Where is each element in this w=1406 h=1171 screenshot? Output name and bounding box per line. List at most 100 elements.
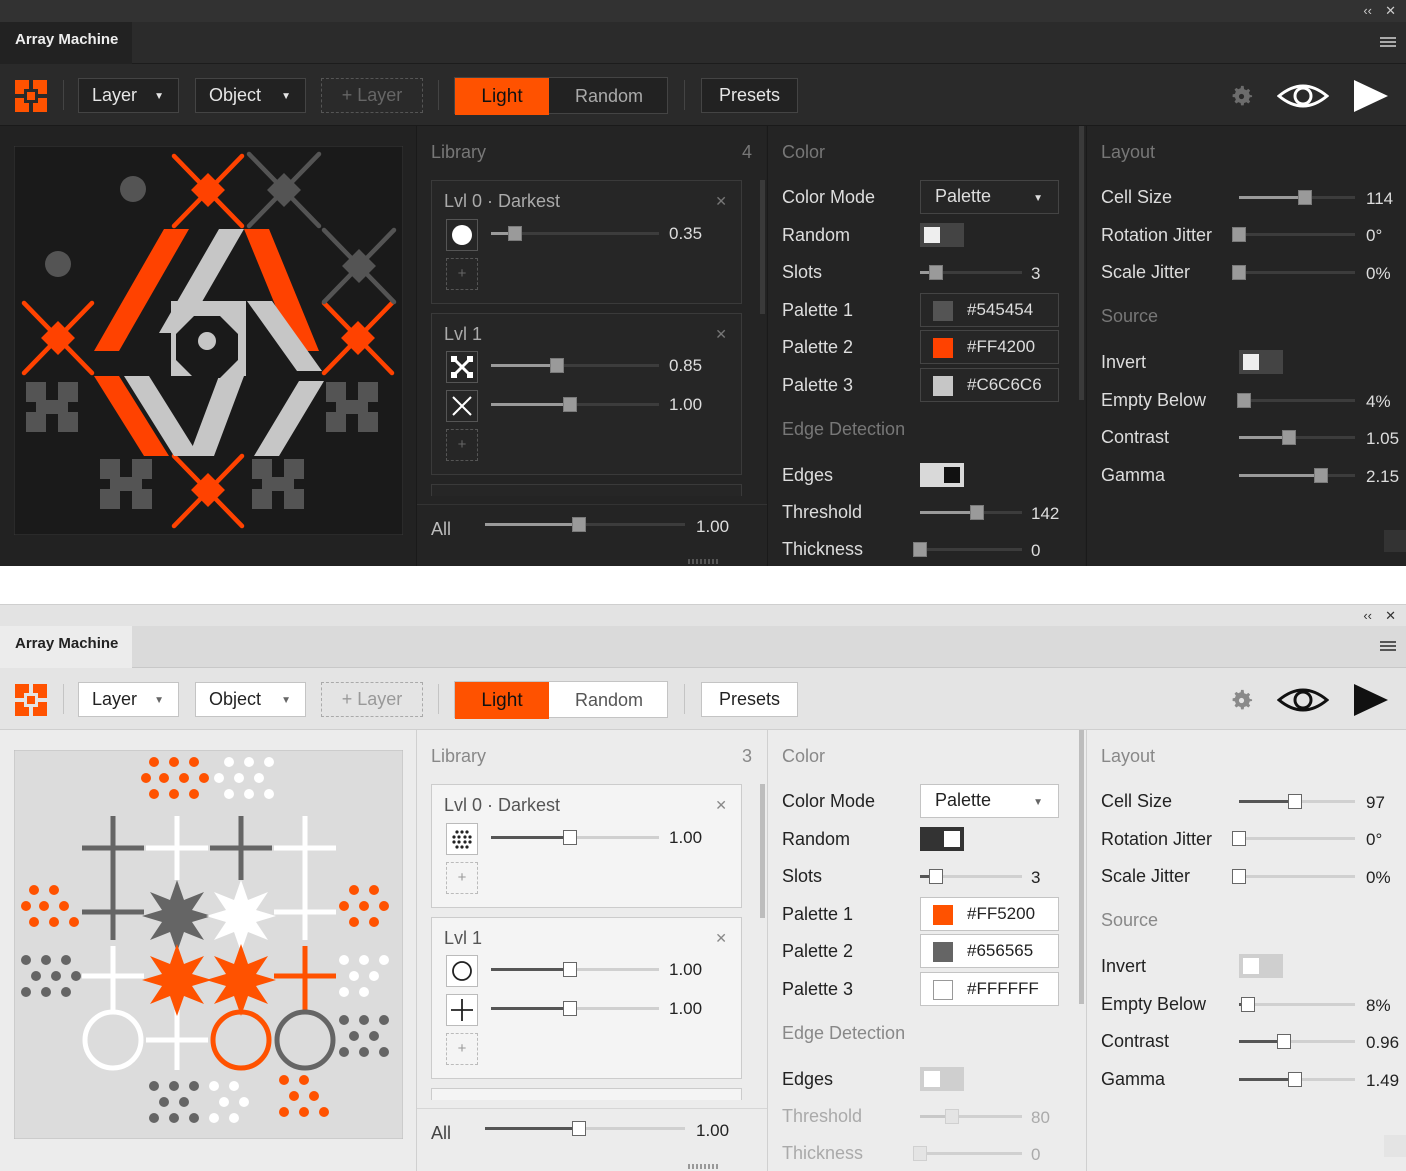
panel-menu-icon[interactable] — [1380, 641, 1396, 653]
collapse-button[interactable]: ‹‹ — [1363, 3, 1372, 19]
cell-size-slider[interactable] — [1239, 190, 1355, 206]
color-swatch — [933, 905, 953, 925]
library-scrollbar[interactable] — [760, 180, 765, 314]
contrast-value: 0.96 — [1366, 1033, 1400, 1052]
lvl1-item2-slider[interactable] — [491, 1001, 659, 1017]
presets-button[interactable]: Presets — [701, 78, 798, 113]
add-item-button[interactable]: + — [446, 258, 478, 290]
random-toggle[interactable] — [920, 827, 964, 851]
lvl1-item2-slider[interactable] — [491, 397, 659, 413]
thickness-slider[interactable] — [913, 542, 1022, 558]
all-weight-slider[interactable] — [485, 1121, 685, 1137]
color-mode-select[interactable]: Palette ▼ — [920, 180, 1059, 214]
scale-jitter-slider[interactable] — [1232, 265, 1355, 281]
scale-jitter-slider[interactable] — [1232, 869, 1355, 885]
contrast-slider[interactable] — [1239, 430, 1355, 446]
gear-icon[interactable] — [1228, 83, 1255, 110]
resize-grip[interactable] — [688, 1164, 718, 1169]
toolbar-separator — [63, 80, 64, 110]
layer-dropdown[interactable]: Layer ▼ — [78, 78, 179, 113]
tab-array-machine[interactable]: Array Machine — [0, 626, 132, 668]
invert-toggle[interactable] — [1239, 350, 1283, 374]
play-icon[interactable] — [1354, 684, 1388, 716]
thickness-slider[interactable] — [913, 1146, 1022, 1162]
lvl0-weight-slider[interactable] — [491, 226, 659, 242]
color-scrollbar[interactable] — [1079, 730, 1084, 1004]
add-item-button[interactable]: + — [446, 429, 478, 461]
mode-random-button[interactable]: Random — [549, 682, 669, 719]
tab-array-machine[interactable]: Array Machine — [0, 22, 132, 64]
remove-level-icon[interactable]: ✕ — [715, 193, 727, 210]
object-dropdown[interactable]: Object ▼ — [195, 682, 306, 717]
color-title: Color — [782, 746, 826, 766]
invert-toggle[interactable] — [1239, 954, 1283, 978]
remove-level-icon[interactable]: ✕ — [715, 797, 727, 814]
palette3-swatch[interactable]: #C6C6C6 — [920, 368, 1059, 402]
edges-toggle[interactable] — [920, 1067, 964, 1091]
add-item-button[interactable]: + — [446, 1033, 478, 1065]
color-scrollbar[interactable] — [1079, 126, 1084, 400]
object-dropdown-label: Object — [209, 85, 262, 105]
mode-random-button[interactable]: Random — [549, 78, 669, 115]
remove-level-icon[interactable]: ✕ — [715, 930, 727, 947]
close-button[interactable]: ✕ — [1385, 608, 1396, 624]
empty-below-slider[interactable] — [1236, 393, 1355, 409]
palette1-swatch[interactable]: #545454 — [920, 293, 1059, 327]
palette1-swatch[interactable]: #FF5200 — [920, 897, 1059, 931]
threshold-slider[interactable] — [920, 1109, 1022, 1125]
slots-slider[interactable] — [920, 869, 1022, 885]
close-button[interactable]: ✕ — [1385, 3, 1396, 19]
circle-shape-icon — [452, 225, 472, 245]
library-scrollbar[interactable] — [760, 784, 765, 918]
library-item-x[interactable] — [446, 390, 478, 422]
remove-level-icon[interactable]: ✕ — [715, 326, 727, 343]
presets-button[interactable]: Presets — [701, 682, 798, 717]
color-mode-select[interactable]: Palette ▼ — [920, 784, 1059, 818]
content-area: Library 3 Lvl 0 · Darkest ✕ 1.00 + Lvl 1… — [0, 730, 1406, 1171]
layer-dropdown-label: Layer — [92, 85, 138, 105]
lvl1-item1-slider[interactable] — [491, 358, 659, 374]
object-dropdown[interactable]: Object ▼ — [195, 78, 306, 113]
rotation-jitter-slider[interactable] — [1232, 831, 1355, 847]
edges-toggle[interactable] — [920, 463, 964, 487]
palette2-swatch[interactable]: #656565 — [920, 934, 1059, 968]
rotation-jitter-slider[interactable] — [1232, 227, 1355, 243]
layer-dropdown[interactable]: Layer ▼ — [78, 682, 179, 717]
library-item-x-blocks[interactable] — [446, 351, 478, 383]
panel-menu-icon[interactable] — [1380, 37, 1396, 49]
eye-icon[interactable] — [1277, 684, 1329, 716]
add-item-button[interactable]: + — [446, 862, 478, 894]
gear-icon[interactable] — [1228, 687, 1255, 714]
contrast-slider[interactable] — [1239, 1034, 1355, 1050]
lvl1-item1-slider[interactable] — [491, 962, 659, 978]
add-layer-button[interactable]: + Layer — [321, 682, 423, 717]
library-item-plus[interactable] — [446, 994, 478, 1026]
resize-grip[interactable] — [688, 559, 718, 564]
library-column: Library 3 Lvl 0 · Darkest ✕ 1.00 + Lvl 1… — [416, 730, 767, 1171]
lvl0-weight-value: 0.35 — [669, 224, 703, 243]
palette3-swatch[interactable]: #FFFFFF — [920, 972, 1059, 1006]
threshold-slider[interactable] — [920, 505, 1022, 521]
library-item-dots[interactable] — [446, 823, 478, 855]
scale-jitter-label: Scale Jitter — [1101, 262, 1191, 282]
resize-corner[interactable] — [1384, 530, 1406, 552]
play-icon[interactable] — [1354, 80, 1388, 112]
palette2-swatch[interactable]: #FF4200 — [920, 330, 1059, 364]
mode-light-button[interactable]: Light — [455, 682, 549, 719]
mode-light-button[interactable]: Light — [455, 78, 549, 115]
library-item-ring[interactable] — [446, 955, 478, 987]
gamma-slider[interactable] — [1239, 1072, 1355, 1088]
slots-slider[interactable] — [920, 265, 1022, 281]
random-toggle[interactable] — [920, 223, 964, 247]
resize-corner[interactable] — [1384, 1135, 1406, 1157]
all-weight-slider[interactable] — [485, 517, 685, 533]
collapse-button[interactable]: ‹‹ — [1363, 608, 1372, 624]
library-item-circle[interactable] — [446, 219, 478, 251]
gamma-slider[interactable] — [1239, 468, 1355, 484]
add-layer-button[interactable]: + Layer — [321, 78, 423, 113]
empty-below-label: Empty Below — [1101, 390, 1207, 410]
empty-below-slider[interactable] — [1239, 997, 1355, 1013]
cell-size-slider[interactable] — [1239, 794, 1355, 810]
eye-icon[interactable] — [1277, 80, 1329, 112]
lvl0-weight-slider[interactable] — [491, 830, 659, 846]
